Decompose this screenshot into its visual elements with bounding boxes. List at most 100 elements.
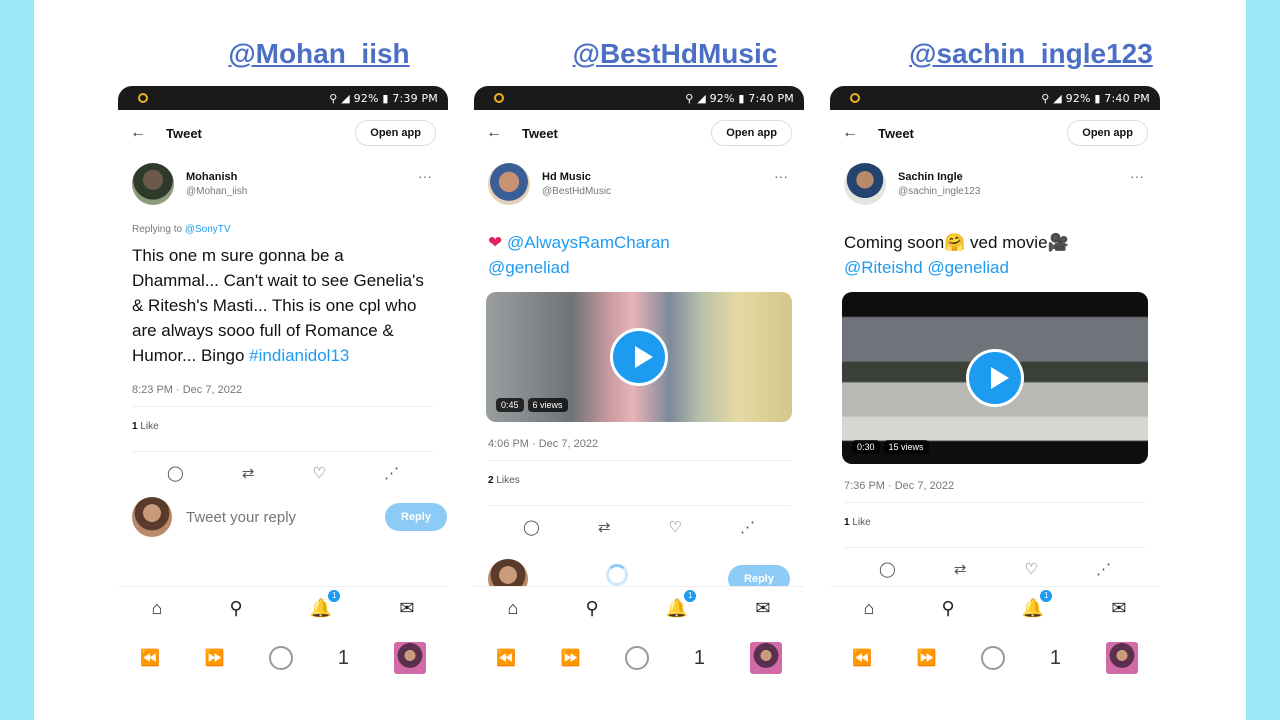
search-icon[interactable]: ⚲ [586,598,599,619]
notifications-icon[interactable]: 🔔 1 [309,590,341,619]
likes-count[interactable]: 1 Like [830,503,1160,547]
reply-icon[interactable]: ◯ [879,560,896,578]
app-thumbnail[interactable] [749,642,782,674]
hashtag-link[interactable]: #indianidol13 [249,346,349,365]
page: @Mohan_iish @BestHdMusic @sachin_ingle12… [34,0,1246,720]
tweet-author: Mohanish @Mohan_iish ··· [118,156,448,206]
reply-icon[interactable]: ◯ [523,518,540,536]
search-icon[interactable]: ⚲ [942,598,955,619]
home-icon[interactable]: ⌂ [152,598,163,619]
tweet-author: Hd Music @BestHdMusic ··· [474,156,804,206]
top-bar: ← Tweet Open app [118,110,448,156]
share-icon[interactable]: ⋰ [1096,560,1111,578]
home-icon[interactable]: ⌂ [864,598,875,619]
app-thumbnail[interactable] [1105,642,1138,674]
likes-number: 1 [844,517,850,528]
home-icon[interactable]: ⌂ [508,598,519,619]
avatar[interactable] [132,163,174,205]
retweet-icon[interactable]: ⇄ [954,560,967,578]
notifications-icon[interactable]: 🔔 1 [666,590,697,619]
forward-icon[interactable]: ⏩ [205,648,225,668]
like-icon[interactable]: ♡ [668,518,681,536]
bell-icon: 🔔 [309,598,333,618]
mention-link[interactable]: @geneliad [927,258,1009,277]
likes-number: 1 [132,421,138,432]
notification-dot-icon [494,93,504,103]
video-player[interactable]: 0:45 6 views [486,292,792,422]
mail-icon[interactable]: ✉ [1111,598,1126,619]
notifications-icon[interactable]: 🔔 1 [1021,590,1053,619]
back-arrow-icon[interactable]: ← [486,124,522,142]
video-views: 6 views [527,398,568,412]
open-app-button[interactable]: Open app [1067,120,1148,146]
handle-title-2: @BestHdMusic [572,38,778,69]
likes-count[interactable]: 1 Like [118,407,448,451]
forward-icon[interactable]: ⏩ [917,648,937,668]
tweet-timestamp[interactable]: 4:06 PM · Dec 7, 2022 [474,422,804,460]
phone-screenshot-1: ⚲ ◢ 92% ▮ 7:39 PM ← Tweet Open app Mohan… [118,86,448,686]
mail-icon[interactable]: ✉ [755,598,770,619]
forward-icon[interactable]: ⏩ [561,648,581,668]
retweet-icon[interactable]: ⇄ [242,464,255,482]
status-bar: ⚲ ◢ 92% ▮ 7:39 PM [118,86,448,110]
reply-input[interactable] [186,508,385,526]
like-icon[interactable]: ♡ [312,464,325,482]
share-icon[interactable]: ⋰ [740,518,755,536]
phone-screenshot-3: ⚲ ◢ 92% ▮ 7:40 PM ← Tweet Open app Sachi… [830,86,1160,686]
mention-link[interactable]: @geneliad [488,258,570,277]
system-nav: ⏪ ⏩ 1 [830,630,1160,686]
home-circle-icon[interactable] [269,646,294,670]
phone-screenshot-2: ⚲ ◢ 92% ▮ 7:40 PM ← Tweet Open app Hd Mu… [474,86,804,686]
rewind-icon[interactable]: ⏪ [852,648,872,668]
back-arrow-icon[interactable]: ← [842,124,878,142]
author-username[interactable]: @sachin_ingle123 [898,186,980,197]
replying-handle-link[interactable]: @SonyTV [185,224,231,235]
avatar[interactable] [844,163,886,205]
status-bar: ⚲ ◢ 92% ▮ 7:40 PM [830,86,1160,110]
mail-icon[interactable]: ✉ [399,598,414,619]
author-username[interactable]: @BestHdMusic [542,186,611,197]
likes-count[interactable]: 2 Likes [474,461,804,505]
retweet-icon[interactable]: ⇄ [598,518,611,536]
reply-icon[interactable]: ◯ [167,464,184,482]
rewind-icon[interactable]: ⏪ [140,648,160,668]
rewind-icon[interactable]: ⏪ [496,648,516,668]
mention-link[interactable]: @Riteishd [844,258,923,277]
open-app-button[interactable]: Open app [711,120,792,146]
share-icon[interactable]: ⋰ [384,464,399,482]
system-nav: ⏪ ⏩ 1 [118,630,448,686]
back-arrow-icon[interactable]: ← [130,124,166,142]
tweet-timestamp[interactable]: 8:23 PM · Dec 7, 2022 [118,368,448,406]
avatar[interactable] [488,163,530,205]
user-avatar [132,497,172,537]
notification-badge: 1 [328,590,341,602]
open-app-button[interactable]: Open app [355,120,436,146]
tweet-author: Sachin Ingle @sachin_ingle123 ··· [830,156,1160,206]
app-thumbnail[interactable] [393,642,426,674]
more-options-icon[interactable]: ··· [1130,168,1144,184]
home-circle-icon[interactable] [625,646,650,670]
home-circle-icon[interactable] [981,646,1006,670]
author-name[interactable]: Mohanish [186,171,247,183]
tweet-text: Coming soon🤗 ved movie🎥 @Riteishd @genel… [830,206,1160,280]
play-icon[interactable] [966,349,1024,407]
author-name[interactable]: Hd Music [542,171,611,183]
bell-icon: 🔔 [1021,598,1045,618]
heart-emoji-icon: ❤ [488,233,503,252]
author-name[interactable]: Sachin Ingle [898,171,980,183]
more-options-icon[interactable]: ··· [418,168,432,184]
reply-button[interactable]: Reply [385,503,447,531]
top-bar: ← Tweet Open app [830,110,1160,156]
page-title: Tweet [166,125,202,141]
bottom-nav: ⌂ ⚲ 🔔 1 ✉ [830,586,1160,630]
author-username[interactable]: @Mohan_iish [186,186,247,197]
play-icon[interactable] [610,328,668,386]
like-icon[interactable]: ♡ [1024,560,1037,578]
search-icon[interactable]: ⚲ [230,598,243,619]
top-bar: ← Tweet Open app [474,110,804,156]
mention-link[interactable]: @AlwaysRamCharan [507,233,670,252]
handle-title-3: @sachin_ingle123 [909,38,1153,69]
video-player[interactable]: 0:30 15 views [842,292,1148,464]
tweet-timestamp[interactable]: 7:36 PM · Dec 7, 2022 [830,464,1160,502]
more-options-icon[interactable]: ··· [774,168,788,184]
